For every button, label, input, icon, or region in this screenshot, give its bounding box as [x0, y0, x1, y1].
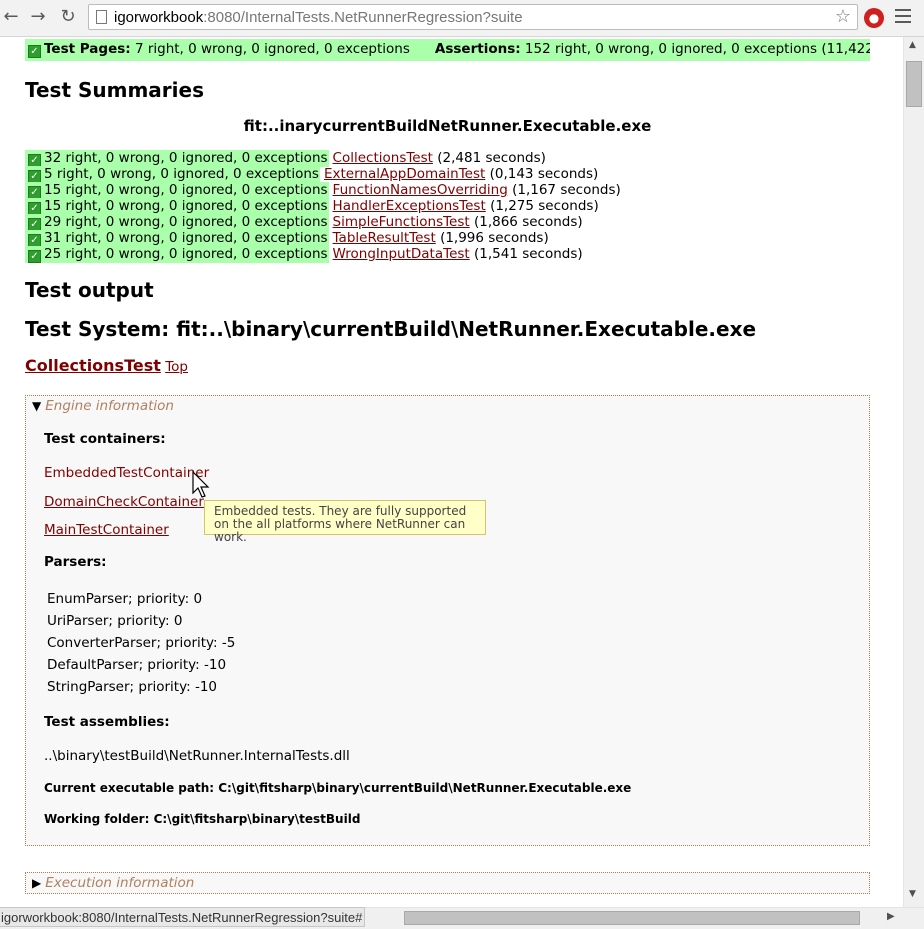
- horizontal-scroll-thumb[interactable]: [404, 911, 860, 925]
- summary-test-link[interactable]: ExternalAppDomainTest: [324, 166, 485, 182]
- summary-test-link[interactable]: WrongInputDataTest: [333, 246, 470, 262]
- container-link[interactable]: DomainCheckContainer: [44, 494, 204, 510]
- execution-information-toggle[interactable]: ▶ Execution information: [32, 875, 194, 891]
- assertions-value: 152 right, 0 wrong, 0 ignored, 0 excepti…: [524, 41, 870, 57]
- summary-test-link[interactable]: TableResultTest: [333, 230, 436, 246]
- summary-test-link[interactable]: FunctionNamesOverriding: [333, 182, 508, 198]
- test-system-heading: Test System: fit:..\binary\currentBuild\…: [25, 317, 757, 341]
- summary-time: (1,275 seconds): [490, 198, 599, 214]
- summary-test-link[interactable]: SimpleFunctionsTest: [333, 214, 470, 230]
- tooltip: Embedded tests. They are fully supported…: [204, 500, 486, 544]
- summary-row: ✓ 15 right, 0 wrong, 0 ignored, 0 excepti…: [25, 198, 621, 215]
- summary-result-text: 29 right, 0 wrong, 0 ignored, 0 exceptio…: [44, 214, 328, 230]
- summary-result-text: 15 right, 0 wrong, 0 ignored, 0 exceptio…: [44, 198, 328, 214]
- engine-information-toggle[interactable]: ▼ Engine information: [32, 398, 174, 414]
- test-pages-label: Test Pages:: [44, 41, 131, 57]
- execution-information-panel: ▶ Execution information: [25, 872, 870, 894]
- summary-row: ✓ 31 right, 0 wrong, 0 ignored, 0 excepti…: [25, 230, 621, 247]
- check-icon: ✓: [28, 45, 41, 58]
- parsers-label: Parsers:: [44, 554, 107, 570]
- extension-icon[interactable]: ●: [864, 8, 884, 28]
- page-viewport: ✓ Test Pages: 7 right, 0 wrong, 0 ignored…: [0, 37, 903, 907]
- collections-test-anchor-link[interactable]: CollectionsTest: [25, 356, 161, 375]
- scroll-up-arrow-icon[interactable]: ▲: [909, 40, 916, 50]
- summary-row: ✓ 32 right, 0 wrong, 0 ignored, 0 excepti…: [25, 150, 621, 167]
- reload-icon[interactable]: ↻: [57, 6, 79, 28]
- summary-time: (1,996 seconds): [440, 230, 549, 246]
- triangle-down-icon: ▼: [32, 399, 42, 413]
- forward-arrow-icon[interactable]: →: [27, 6, 49, 28]
- summary-result-text: 15 right, 0 wrong, 0 ignored, 0 exceptio…: [44, 182, 328, 198]
- summary-time: (0,143 seconds): [489, 166, 599, 182]
- summary-row: ✓ 5 right, 0 wrong, 0 ignored, 0 exceptio…: [25, 166, 621, 183]
- summary-time: (1,866 seconds): [473, 214, 583, 230]
- summary-row: ✓ 15 right, 0 wrong, 0 ignored, 0 excepti…: [25, 182, 621, 199]
- check-icon: ✓: [28, 250, 41, 263]
- summary-row: ✓ 29 right, 0 wrong, 0 ignored, 0 excepti…: [25, 214, 621, 231]
- container-link[interactable]: EmbeddedTestContainer: [44, 465, 209, 481]
- assembly-path: ..\binary\testBuild\NetRunner.InternalTe…: [44, 748, 350, 764]
- parser-item: DefaultParser; priority: -10: [47, 657, 227, 673]
- assertions-label: Assertions:: [434, 41, 521, 57]
- url-host: igorworkbook: [114, 9, 204, 26]
- scroll-right-arrow-icon[interactable]: ▶: [887, 911, 895, 922]
- summary-row: ✓ 25 right, 0 wrong, 0 ignored, 0 excepti…: [25, 246, 621, 263]
- summary-time: (2,481 seconds): [437, 150, 546, 166]
- triangle-right-icon: ▶: [32, 876, 42, 890]
- test-output-heading: Test output: [25, 278, 154, 302]
- scroll-down-arrow-icon[interactable]: ▼: [909, 889, 916, 899]
- working-folder: Working folder: C:\git\fitsharp\binary\t…: [44, 812, 361, 826]
- current-executable-path: Current executable path: C:\git\fitsharp…: [44, 781, 632, 795]
- summary-time: (1,167 seconds): [512, 182, 621, 198]
- test-summaries-heading: Test Summaries: [25, 78, 204, 102]
- container-link[interactable]: MainTestContainer: [44, 522, 169, 538]
- summary-result: ✓ 15 right, 0 wrong, 0 ignored, 0 excepti…: [25, 182, 329, 199]
- test-pages-value: 7 right, 0 wrong, 0 ignored, 0 exception…: [130, 41, 410, 57]
- url-text[interactable]: igorworkbook:8080/InternalTests.NetRunne…: [114, 9, 523, 26]
- parser-item: ConverterParser; priority: -5: [47, 635, 236, 651]
- summary-result: ✓ 32 right, 0 wrong, 0 ignored, 0 excepti…: [25, 150, 329, 167]
- summary-test-link[interactable]: CollectionsTest: [333, 150, 433, 166]
- mouse-cursor-icon: [192, 471, 210, 498]
- parser-item: StringParser; priority: -10: [47, 679, 217, 695]
- summary-table: ✓ 32 right, 0 wrong, 0 ignored, 0 excepti…: [25, 150, 621, 263]
- summary-result-text: 32 right, 0 wrong, 0 ignored, 0 exceptio…: [44, 150, 328, 166]
- overall-results-bar: ✓ Test Pages: 7 right, 0 wrong, 0 ignored…: [25, 39, 870, 61]
- section-header: CollectionsTest Top: [25, 356, 188, 375]
- summary-system-title: fit:..inarycurrentBuildNetRunner.Executa…: [243, 117, 652, 135]
- summary-time: (1,541 seconds): [474, 246, 583, 262]
- summary-result: ✓ 25 right, 0 wrong, 0 ignored, 0 excepti…: [25, 246, 329, 263]
- test-containers-label: Test containers:: [44, 431, 166, 447]
- summary-result-text: 25 right, 0 wrong, 0 ignored, 0 exceptio…: [44, 246, 328, 262]
- summary-test-link[interactable]: HandlerExceptionsTest: [333, 198, 486, 214]
- url-path: :8080/InternalTests.NetRunnerRegression?…: [203, 9, 523, 26]
- summary-result: ✓ 29 right, 0 wrong, 0 ignored, 0 excepti…: [25, 214, 329, 231]
- engine-information-label: Engine information: [45, 398, 174, 414]
- summary-result: ✓ 5 right, 0 wrong, 0 ignored, 0 exceptio…: [25, 166, 320, 183]
- summary-result: ✓ 15 right, 0 wrong, 0 ignored, 0 excepti…: [25, 198, 329, 215]
- test-assemblies-label: Test assemblies:: [44, 714, 170, 730]
- execution-information-label: Execution information: [45, 875, 195, 891]
- vertical-scrollbar[interactable]: ▲ ▼: [903, 37, 924, 907]
- top-link[interactable]: Top: [165, 359, 188, 375]
- browser-toolbar: ← → ↻ igorworkbook:8080/InternalTests.Ne…: [0, 0, 924, 37]
- menu-icon[interactable]: [895, 9, 911, 25]
- bookmark-star-icon[interactable]: ☆: [835, 6, 851, 27]
- page-icon: [96, 10, 107, 24]
- status-bar-url: igorworkbook:8080/InternalTests.NetRunne…: [0, 907, 366, 927]
- parser-item: EnumParser; priority: 0: [47, 591, 203, 607]
- address-bar[interactable]: igorworkbook:8080/InternalTests.NetRunne…: [88, 4, 858, 30]
- summary-result-text: 31 right, 0 wrong, 0 ignored, 0 exceptio…: [44, 230, 328, 246]
- parser-item: UriParser; priority: 0: [47, 613, 183, 629]
- back-arrow-icon[interactable]: ←: [0, 6, 22, 28]
- summary-result: ✓ 31 right, 0 wrong, 0 ignored, 0 excepti…: [25, 230, 329, 247]
- summary-result-text: 5 right, 0 wrong, 0 ignored, 0 exception…: [44, 166, 319, 182]
- vertical-scroll-thumb[interactable]: [906, 61, 922, 107]
